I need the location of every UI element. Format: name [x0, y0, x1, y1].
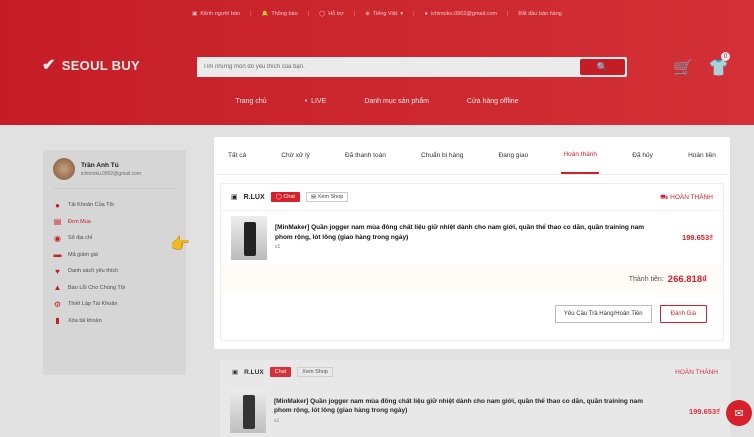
sidebar-item-delete-account[interactable]: ▮ Xóa tài khoản [53, 313, 176, 330]
product-thumbnail [230, 389, 266, 433]
coupon-icon: ▬ [53, 250, 62, 260]
total-label: Thành tiền: [628, 275, 664, 283]
order-status: HOÀN THÀNH [675, 368, 718, 376]
order-icon: ▤ [53, 217, 62, 227]
return-refund-button[interactable]: Yêu Cầu Trả Hàng/Hoàn Tiền [554, 305, 652, 323]
order-item[interactable]: [MinMaker] Quần jogger nam mùa đông chất… [220, 384, 730, 437]
warning-icon: ▲ [53, 283, 62, 293]
order-header: ▣ R.LUX Chat Xem Shop HOÀN THÀNH [220, 360, 730, 384]
nav-home[interactable]: Trang chủ [235, 98, 266, 105]
tab-paid[interactable]: Đã thanh toán [343, 137, 388, 174]
logo-mark-icon: ✔ [42, 57, 56, 74]
order-item[interactable]: [MinMaker] Quần jogger nam mùa đông chất… [221, 210, 723, 264]
product-name: [MinMaker] Quần jogger nam mùa đông chất… [275, 224, 645, 251]
search-icon: 🔍 [596, 61, 609, 72]
order-status-tabs: Tất cả Chờ xử lý Đã thanh toán Chuẩn bị … [214, 137, 730, 175]
clothes-icon[interactable]: 👕 [709, 58, 729, 78]
trash-icon: ▮ [55, 316, 60, 326]
order-actions: Yêu Cầu Trả Hàng/Hoàn Tiền Đánh Giá [221, 294, 723, 334]
tab-preparing[interactable]: Chuẩn bị hàng [419, 137, 465, 174]
location-icon: ◉ [54, 233, 61, 243]
sidebar-item-coupons[interactable]: ▬ Mã giảm giá [53, 247, 176, 264]
sidebar-item-my-account[interactable]: ● Tài Khoản Của Tôi [53, 197, 176, 214]
shop-icon: ▣ [232, 369, 239, 376]
product-quantity: x1 [275, 244, 281, 251]
seller-channel-link[interactable]: ▣ Kênh người bán [192, 11, 240, 17]
account-email-link[interactable]: ● ichimoku.0902@gmail.com [425, 11, 497, 17]
product-name: [MinMaker] Quần jogger nam mùa đông chất… [274, 397, 644, 424]
shop-name[interactable]: R.LUX [244, 369, 264, 376]
shop-icon: ▣ [231, 194, 238, 201]
sidebar-item-orders[interactable]: ▤ Đơn Mua [53, 214, 176, 231]
divider: | [413, 11, 415, 17]
settings-icon: ⚙ [53, 299, 62, 309]
nav-categories[interactable]: Danh mục sản phẩm [364, 98, 429, 105]
product-quantity: x1 [274, 417, 280, 424]
chat-button[interactable]: Chat [269, 367, 292, 377]
truck-icon: ⛟ [660, 193, 669, 201]
chat-button[interactable]: ◯ Chat [270, 192, 300, 202]
search-button[interactable]: 🔍 [580, 59, 625, 75]
user-icon: ● [55, 200, 60, 210]
profile-summary: Trần Anh Tú ichimoku.0902@gmail.com [53, 158, 176, 189]
orders-panel: Tất cả Chờ xử lý Đã thanh toán Chuẩn bị … [214, 137, 730, 349]
main-nav: Trang chủ LIVE Danh mục sản phẩm Cửa hàn… [0, 98, 754, 105]
tab-pending[interactable]: Chờ xử lý [279, 137, 311, 174]
tab-all[interactable]: Tất cả [226, 137, 248, 174]
search-bar: 🔍 [197, 57, 627, 77]
sidebar-item-settings[interactable]: ⚙ Thiết Lập Tài Khoản [53, 296, 176, 313]
support-link[interactable]: ◯ Hỗ trợ [319, 11, 344, 17]
start-selling-link[interactable]: Bắt đầu bán hàng [518, 11, 561, 17]
logo-text: SEOUL BUY [61, 57, 141, 73]
order-total: Thành tiền: 266.818₫ [221, 264, 723, 294]
sidebar-item-wishlist[interactable]: ♥ Danh sách yêu thích [53, 263, 176, 280]
product-price: 199.653₫ [682, 233, 713, 242]
total-amount: 266.818₫ [667, 273, 707, 285]
view-shop-button[interactable]: ▤ Xem Shop [305, 192, 349, 202]
divider: | [307, 11, 310, 17]
avatar [53, 158, 75, 180]
order-card: ▣ R.LUX ◯ Chat ▤ Xem Shop ⛟ HOÀN THÀNH [… [220, 183, 724, 341]
chat-fab-button[interactable]: ✉ [726, 400, 752, 426]
tab-completed[interactable]: Hoàn thành [561, 137, 600, 174]
order-status: ⛟ HOÀN THÀNH [660, 193, 713, 201]
notifications-link[interactable]: 🔔 Thông báo [262, 11, 298, 17]
product-price: 199.653₫ [689, 406, 720, 416]
chat-bubble-icon: ✉ [734, 407, 744, 420]
profile-name: Trần Anh Tú [81, 161, 119, 169]
tab-refunded[interactable]: Hoàn tiền [686, 137, 718, 174]
header-icons: 🛒 👕 [673, 58, 729, 78]
tab-shipping[interactable]: Đang giao [497, 137, 531, 174]
account-sidebar: Trần Anh Tú ichimoku.0902@gmail.com ● Tài… [43, 150, 186, 375]
order-card-secondary: ▣ R.LUX Chat Xem Shop HOÀN THÀNH [MinMak… [220, 360, 730, 437]
cart-icon[interactable]: 🛒 [673, 58, 693, 78]
divider: | [250, 11, 252, 17]
divider: | [506, 11, 509, 17]
heart-icon: ♥ [55, 266, 60, 276]
product-thumbnail [231, 215, 267, 260]
cart-badge: 0 [721, 52, 730, 61]
nav-live[interactable]: LIVE [305, 98, 326, 105]
site-header: ▣ Kênh người bán | 🔔 Thông báo | ◯ Hỗ tr… [0, 0, 754, 125]
view-shop-button[interactable]: Xem Shop [297, 367, 333, 377]
tab-cancelled[interactable]: Đã hủy [630, 137, 655, 174]
sidebar-item-address-book[interactable]: ◉ Sổ địa chỉ [53, 230, 176, 247]
pointing-hand-icon: 👉 [170, 236, 190, 253]
store-icon: ▤ [310, 194, 317, 200]
shop-name[interactable]: R.LUX [244, 194, 265, 201]
order-header: ▣ R.LUX ◯ Chat ▤ Xem Shop ⛟ HOÀN THÀNH [221, 184, 723, 210]
sidebar-item-report[interactable]: ▲ Báo Lỗi Cho Chúng Tôi [53, 280, 176, 297]
nav-offline-stores[interactable]: Cửa hàng offline [467, 98, 519, 105]
language-selector[interactable]: ⊕ Tiếng Việt ▾ [365, 11, 403, 17]
rate-button[interactable]: Đánh Giá [659, 305, 707, 323]
site-logo[interactable]: ✔ SEOUL BUY [42, 55, 140, 75]
profile-email: ichimoku.0902@gmail.com [81, 170, 142, 177]
search-input[interactable] [197, 57, 580, 77]
chat-icon: ◯ [275, 194, 282, 200]
top-bar: ▣ Kênh người bán | 🔔 Thông báo | ◯ Hỗ tr… [0, 6, 754, 22]
divider: | [353, 11, 356, 17]
